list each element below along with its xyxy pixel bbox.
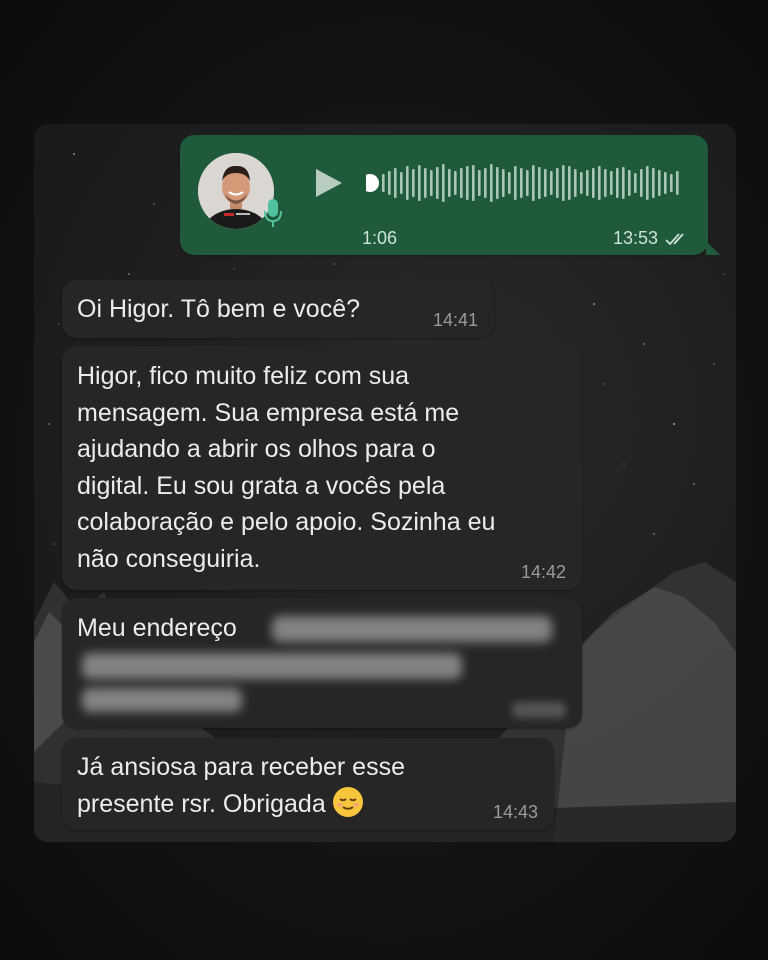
- incoming-message[interactable]: Já ansiosa para receber esse presente rs…: [62, 738, 554, 830]
- message-timestamp: 14:43: [492, 802, 538, 822]
- waveform-bar: [472, 165, 475, 201]
- waveform-bar: [508, 172, 511, 194]
- waveform-bar: [664, 172, 667, 194]
- waveform-bar: [424, 168, 427, 198]
- waveform-bar: [604, 169, 607, 197]
- waveform-bar: [658, 170, 661, 196]
- waveform-bar: [532, 165, 535, 201]
- incoming-message[interactable]: Higor, fico muito feliz com sua mensagem…: [62, 346, 582, 590]
- waveform-bar: [580, 172, 583, 194]
- voice-message-bubble[interactable]: 1:06 13:53: [180, 135, 720, 255]
- redacted-timestamp: [512, 702, 566, 718]
- waveform-progress-knob[interactable]: [366, 174, 379, 192]
- waveform-bar: [640, 169, 643, 197]
- waveform-bar: [460, 168, 463, 198]
- waveform-bar: [652, 168, 655, 198]
- waveform-bar: [430, 170, 433, 196]
- message-text: Meu endereço: [77, 614, 237, 642]
- waveform-bar: [442, 164, 445, 202]
- waveform-bar: [448, 169, 451, 197]
- waveform-bar: [382, 174, 385, 192]
- double-check-icon: [665, 233, 684, 246]
- waveform-bar: [568, 166, 571, 200]
- message-text: Oi Higor. Tô bem e você?: [77, 295, 361, 323]
- incoming-message[interactable]: Meu endereço: [62, 598, 582, 728]
- waveform-bar: [394, 168, 397, 198]
- relieved-face-emoji: [332, 786, 363, 817]
- waveform-bar: [676, 171, 679, 195]
- voice-duration: 1:06: [362, 228, 398, 248]
- waveform-bar: [670, 174, 673, 192]
- waveform-bar: [502, 169, 505, 197]
- message-timestamp: 14:41: [432, 310, 478, 330]
- page-background: 1:06 13:53 Oi Higor. Tô bem e você? 14:4…: [0, 0, 768, 960]
- waveform-bar: [646, 166, 649, 200]
- waveform-bar: [634, 173, 637, 193]
- redacted-text: [82, 653, 462, 679]
- message-text: Higor, fico muito feliz com sua mensagem…: [77, 362, 496, 573]
- incoming-message[interactable]: Oi Higor. Tô bem e você? 14:41: [62, 280, 494, 338]
- waveform-bar: [454, 171, 457, 195]
- waveform-bar: [418, 165, 421, 201]
- waveform-bar: [562, 165, 565, 201]
- waveform-bar: [490, 164, 493, 202]
- waveform-bar: [478, 170, 481, 196]
- redacted-text: [272, 616, 552, 642]
- waveform-bar: [622, 167, 625, 199]
- play-icon[interactable]: [310, 165, 346, 201]
- waveform-bar: [574, 169, 577, 197]
- audio-waveform-slider[interactable]: [366, 159, 686, 207]
- waveform-bar: [406, 166, 409, 200]
- waveform-bar: [526, 170, 529, 196]
- waveform-bar: [610, 171, 613, 195]
- waveform-bar: [628, 170, 631, 196]
- waveform-bar: [538, 167, 541, 199]
- message-text: Já ansiosa para receber esse presente rs…: [77, 749, 405, 822]
- microphone-icon: [264, 199, 282, 227]
- waveform-bar: [592, 168, 595, 198]
- waveform-bar: [586, 170, 589, 196]
- message-timestamp: 14:42: [520, 562, 566, 582]
- waveform-bar: [484, 168, 487, 198]
- waveform-bar: [466, 166, 469, 200]
- waveform-bar: [520, 168, 523, 198]
- waveform-bar: [544, 169, 547, 197]
- waveform-bar: [598, 166, 601, 200]
- waveform-bar: [616, 168, 619, 198]
- waveform-bar: [436, 167, 439, 199]
- message-timestamp: 13:53: [612, 228, 658, 248]
- waveform-bar: [400, 172, 403, 194]
- waveform-bar: [388, 171, 391, 195]
- bubble-tail: [706, 241, 720, 255]
- redacted-text: [82, 688, 242, 712]
- waveform-bar: [496, 167, 499, 199]
- waveform-bar: [514, 166, 517, 200]
- waveform-bar: [556, 168, 559, 198]
- waveform-bar: [412, 169, 415, 197]
- waveform-bar: [550, 171, 553, 195]
